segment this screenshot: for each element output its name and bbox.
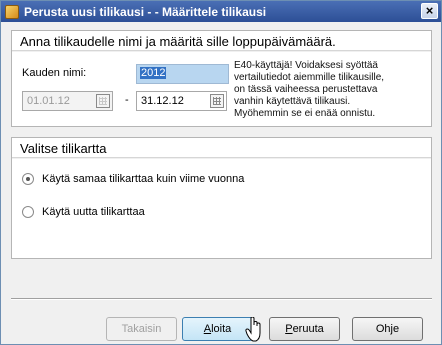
radio-label: Käytä uutta tilikarttaa [42,206,145,218]
start-button[interactable]: Aloita [182,317,253,341]
end-date-field[interactable]: 31.12.12 [136,91,227,111]
cancel-mnemonic: P [285,323,293,335]
radio-same-chart[interactable]: Käytä samaa tilikarttaa kuin viime vuonn… [22,173,244,185]
close-button[interactable]: × [421,3,438,19]
info-line: vanhin käytettävä tilikausi. [234,96,351,107]
info-line: on tässä vaiheessa perustettava [234,84,378,95]
chart-of-accounts-group: Valitse tilikartta Käytä samaa tilikartt… [11,137,432,259]
end-date-value: 31.12.12 [141,95,184,107]
period-name-value: 2012 [140,67,167,79]
app-icon [5,4,19,19]
back-button[interactable]: Takaisin [106,317,177,341]
info-line: Myöhemmin se ei enää onnistu. [234,108,376,119]
cancel-label: eruuta [292,323,324,335]
chart-group-body: Käytä samaa tilikarttaa kuin viime vuonn… [12,159,431,258]
info-text: E40-käyttäjä! Voidaksesi syöttää vertail… [234,60,428,120]
period-group-title: Anna tilikaudelle nimi ja määritä sille … [12,31,431,51]
info-line: vertailutiedot aiemmille tilikausille, [234,72,385,83]
start-date-value: 01.01.12 [27,95,70,107]
window-title: Perusta uusi tilikausi - - Määrittele ti… [24,4,267,19]
mouse-cursor-icon [245,317,261,342]
help-button[interactable]: Ohje [352,317,423,341]
start-label: loita [211,323,232,335]
button-separator [11,298,432,300]
period-name-input[interactable]: 2012 [136,64,229,84]
period-group-body: Kauden nimi: 2012 01.01.12 - 31.12.12 E4… [12,52,431,126]
start-mnemonic: A [203,323,212,335]
name-label: Kauden nimi: [22,67,87,79]
radio-new-chart[interactable]: Käytä uutta tilikarttaa [22,206,145,218]
date-range-dash: - [125,94,129,106]
period-group: Anna tilikaudelle nimi ja määritä sille … [11,30,432,127]
start-date-field: 01.01.12 [22,91,113,111]
dialog-window: Perusta uusi tilikausi - - Määrittele ti… [0,0,442,345]
radio-label: Käytä samaa tilikarttaa kuin viime vuonn… [42,173,245,185]
radio-button-checked[interactable] [22,173,34,185]
title-bar[interactable]: Perusta uusi tilikausi - - Määrittele ti… [1,1,441,22]
cancel-button[interactable]: Peruuta [269,317,340,341]
info-line: E40-käyttäjä! Voidaksesi syöttää [234,60,378,71]
calendar-icon [96,94,110,108]
radio-button[interactable] [22,206,34,218]
calendar-icon[interactable] [210,94,224,108]
chart-group-title: Valitse tilikartta [12,138,431,158]
